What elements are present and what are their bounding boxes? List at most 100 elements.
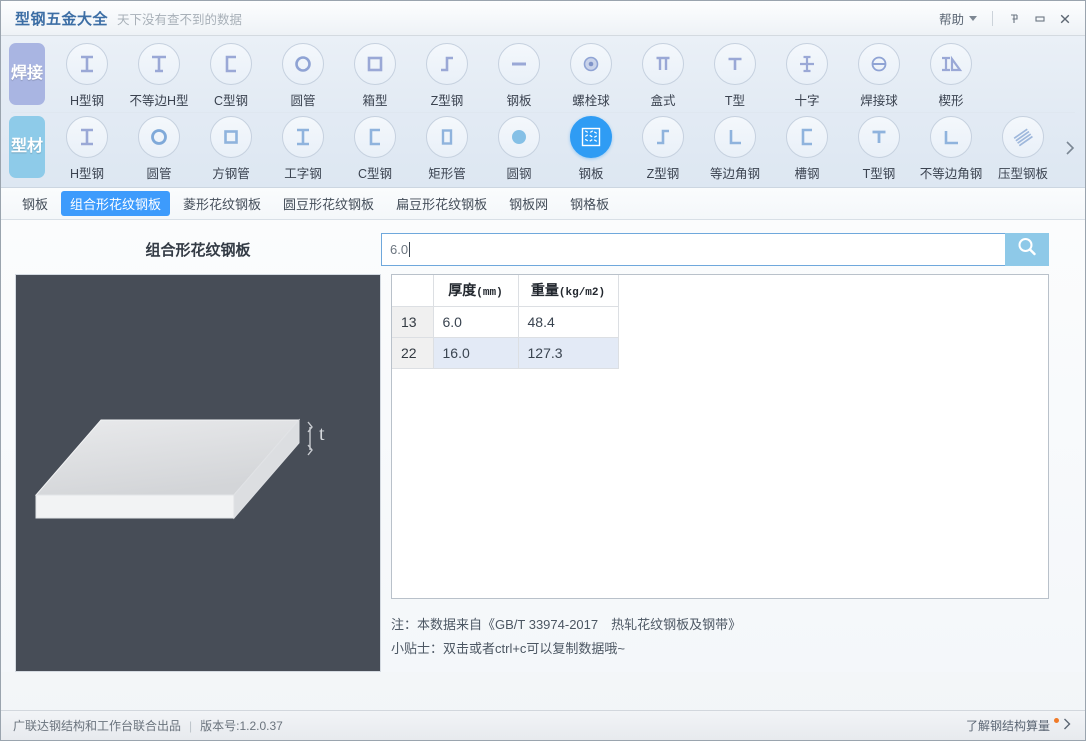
table-header-row: 厚度(mm) 重量(kg/m2) bbox=[392, 275, 619, 307]
application-window: 型钢五金大全 天下没有查不到的数据 帮助 焊接 H型钢 不等边H型 C型钢 圆管… bbox=[0, 0, 1086, 741]
ribbon-item-box-section[interactable]: 箱型 bbox=[339, 40, 411, 109]
ribbon-item-equal-angle[interactable]: 等边角钢 bbox=[699, 113, 771, 182]
ribbon-item-i-beam[interactable]: 工字钢 bbox=[267, 113, 339, 182]
ribbon-item-box-type[interactable]: 盒式 bbox=[627, 40, 699, 109]
i-beam-icon bbox=[282, 116, 324, 158]
tab-expanded-metal-mesh[interactable]: 钢板网 bbox=[500, 191, 557, 216]
ribbon-item-square-tube[interactable]: 方钢管 bbox=[195, 113, 267, 182]
ribbon-item-label: Z型钢 bbox=[430, 94, 464, 108]
category-tag-welding[interactable]: 焊接 bbox=[9, 43, 45, 105]
status-left: 广联达钢结构和工作台联合出品 | 版本号:1.2.0.37 bbox=[13, 717, 283, 734]
tab-steel-grating[interactable]: 钢格板 bbox=[561, 191, 618, 216]
search-icon bbox=[1015, 235, 1039, 264]
profiled-sheet-icon bbox=[1002, 116, 1044, 158]
svg-text:t: t bbox=[319, 423, 325, 445]
cell-thickness[interactable]: 16.0 bbox=[433, 337, 519, 369]
category-tag-profile[interactable]: 型材 bbox=[9, 116, 45, 178]
z-section-icon bbox=[642, 116, 684, 158]
search-button[interactable] bbox=[1005, 232, 1049, 266]
ribbon-item-label: H型钢 bbox=[69, 94, 105, 108]
wedge-icon bbox=[930, 43, 972, 85]
ribbon-item-t-beam[interactable]: T型钢 bbox=[843, 113, 915, 182]
data-grid[interactable]: 厚度(mm) 重量(kg/m2) 13 6.0 48.4 22 16.0 127… bbox=[391, 274, 1049, 599]
ribbon-item-z-section[interactable]: Z型钢 bbox=[627, 113, 699, 182]
ribbon-item-z-section[interactable]: Z型钢 bbox=[411, 40, 483, 109]
tab-lentil-pattern-plate[interactable]: 扁豆形花纹钢板 bbox=[387, 191, 496, 216]
sub-tab-bar: 钢板 组合形花纹钢板 菱形花纹钢板 圆豆形花纹钢板 扁豆形花纹钢板 钢板网 钢格… bbox=[1, 188, 1085, 220]
ribbon-item-h-beam[interactable]: H型钢 bbox=[51, 113, 123, 182]
title-bar-controls: 帮助 bbox=[933, 1, 1077, 36]
ribbon-item-c-channel[interactable]: C型钢 bbox=[339, 113, 411, 182]
icon-ribbon: 焊接 H型钢 不等边H型 C型钢 圆管 箱型 Z型钢 钢板 螺栓球 盒式 T型 … bbox=[1, 36, 1085, 188]
row-number-header bbox=[392, 275, 434, 307]
table-area: 厚度(mm) 重量(kg/m2) 13 6.0 48.4 22 16.0 127… bbox=[391, 274, 1049, 672]
spec-table: 厚度(mm) 重量(kg/m2) 13 6.0 48.4 22 16.0 127… bbox=[392, 275, 619, 369]
column-header-thickness[interactable]: 厚度(mm) bbox=[433, 275, 519, 307]
ribbon-item-label: 十字 bbox=[794, 94, 820, 108]
ribbon-item-channel[interactable]: 槽钢 bbox=[771, 113, 843, 182]
ribbon-item-rect-tube[interactable]: 矩形管 bbox=[411, 113, 483, 182]
search-input[interactable]: 6.0 bbox=[381, 232, 1005, 266]
ribbon-item-h-beam[interactable]: H型钢 bbox=[51, 40, 123, 109]
content-body: t 厚度(mm) 重量(kg/m2) 13 6.0 48.4 22 16.0 1… bbox=[15, 274, 1071, 672]
ribbon-row-welding: 焊接 H型钢 不等边H型 C型钢 圆管 箱型 Z型钢 钢板 螺栓球 盒式 T型 … bbox=[1, 40, 1085, 112]
cell-thickness[interactable]: 6.0 bbox=[433, 306, 519, 338]
t-beam-icon bbox=[858, 116, 900, 158]
ribbon-item-unequal-angle[interactable]: 不等边角钢 bbox=[915, 113, 987, 182]
ribbon-item-profiled-sheet[interactable]: 压型钢板 bbox=[987, 113, 1059, 182]
ribbon-item-label: 不等边H型 bbox=[129, 94, 189, 108]
ribbon-item-cross-section[interactable]: 十字 bbox=[771, 40, 843, 109]
content-area: 组合形花纹钢板 6.0 t 厚度(mm) 重量(kg/m2) 13 6.0 48… bbox=[1, 220, 1085, 672]
pin-icon[interactable] bbox=[1002, 8, 1027, 30]
t-section-icon bbox=[714, 43, 756, 85]
ribbon-item-bolt-ball[interactable]: 螺栓球 bbox=[555, 40, 627, 109]
ribbon-item-round-bar[interactable]: 圆钢 bbox=[483, 113, 555, 182]
notification-badge-icon bbox=[1054, 718, 1059, 723]
search-box: 6.0 bbox=[381, 232, 1049, 266]
round-tube-icon bbox=[282, 43, 324, 85]
ribbon-item-label: 钢板 bbox=[506, 94, 532, 108]
ribbon-item-round-tube[interactable]: 圆管 bbox=[123, 113, 195, 182]
ribbon-item-label: T型 bbox=[724, 94, 746, 108]
tab-steel-plate[interactable]: 钢板 bbox=[13, 191, 57, 216]
ribbon-item-label: 焊接球 bbox=[860, 94, 898, 108]
status-bar: 广联达钢结构和工作台联合出品 | 版本号:1.2.0.37 了解钢结构算量 bbox=[1, 710, 1085, 740]
unequal-h-beam-icon bbox=[138, 43, 180, 85]
help-menu-button[interactable]: 帮助 bbox=[933, 7, 983, 30]
ribbon-item-welded-ball[interactable]: 焊接球 bbox=[843, 40, 915, 109]
z-section-icon bbox=[426, 43, 468, 85]
producer-label: 广联达钢结构和工作台联合出品 bbox=[13, 719, 182, 733]
cell-weight[interactable]: 127.3 bbox=[518, 337, 619, 369]
tab-combined-pattern-plate[interactable]: 组合形花纹钢板 bbox=[61, 191, 171, 216]
ribbon-item-steel-plate[interactable]: 钢板 bbox=[483, 40, 555, 109]
tab-round-bean-pattern-plate[interactable]: 圆豆形花纹钢板 bbox=[274, 191, 383, 216]
ribbon-item-label: C型钢 bbox=[357, 167, 393, 181]
box-type-icon bbox=[642, 43, 684, 85]
ribbon-item-wedge[interactable]: 楔形 bbox=[915, 40, 987, 109]
ribbon-item-label: 不等边角钢 bbox=[919, 167, 983, 181]
ribbon-item-patterned-plate[interactable]: 钢板 bbox=[555, 113, 627, 182]
minimize-icon[interactable] bbox=[1027, 8, 1052, 30]
ribbon-item-unequal-h-beam[interactable]: 不等边H型 bbox=[123, 40, 195, 109]
rect-tube-icon bbox=[426, 116, 468, 158]
cross-section-icon bbox=[786, 43, 828, 85]
content-header: 组合形花纹钢板 6.0 bbox=[15, 230, 1071, 268]
text-caret bbox=[409, 241, 411, 257]
bolt-ball-icon bbox=[570, 43, 612, 85]
cell-weight[interactable]: 48.4 bbox=[518, 306, 619, 338]
close-icon[interactable] bbox=[1052, 8, 1077, 30]
box-section-icon bbox=[354, 43, 396, 85]
ribbon-item-c-channel[interactable]: C型钢 bbox=[195, 40, 267, 109]
unequal-angle-icon bbox=[930, 116, 972, 158]
tab-diamond-pattern-plate[interactable]: 菱形花纹钢板 bbox=[174, 191, 270, 216]
ribbon-item-t-section[interactable]: T型 bbox=[699, 40, 771, 109]
table-row[interactable]: 13 6.0 48.4 bbox=[392, 306, 619, 338]
c-channel-icon bbox=[210, 43, 252, 85]
learn-more-link[interactable]: 了解钢结构算量 bbox=[966, 716, 1073, 735]
table-row[interactable]: 22 16.0 127.3 bbox=[392, 337, 619, 369]
h-beam-icon bbox=[66, 43, 108, 85]
ribbon-item-round-tube[interactable]: 圆管 bbox=[267, 40, 339, 109]
chevron-right-icon[interactable] bbox=[1059, 131, 1081, 165]
note-source: 注：本数据来自《GB/T 33974-2017 热轧花纹钢板及钢带》 bbox=[391, 617, 742, 632]
column-header-weight[interactable]: 重量(kg/m2) bbox=[518, 275, 619, 307]
